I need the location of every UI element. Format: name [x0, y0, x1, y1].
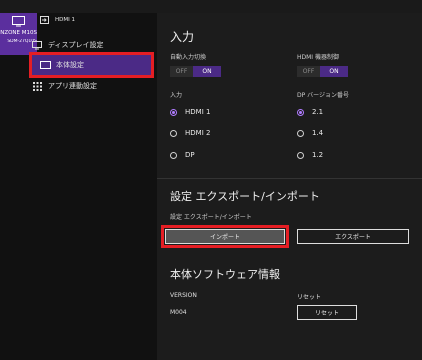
radio-selected-icon [297, 108, 304, 116]
toggle-off-label: OFF [170, 66, 193, 77]
radio-dp[interactable]: DP [170, 151, 195, 159]
reset-button[interactable]: リセット [297, 305, 357, 320]
radio-icon [297, 151, 304, 159]
radio-hdmi1[interactable]: HDMI 1 [170, 108, 210, 116]
input-icon [40, 16, 49, 24]
radio-label: HDMI 1 [185, 108, 211, 116]
sidebar-item-display-settings[interactable]: ディスプレイ設定 [30, 37, 160, 53]
auto-switch-toggle[interactable]: OFF ON [170, 66, 221, 77]
hdmi-control-toggle[interactable]: OFF ON [297, 66, 348, 77]
radio-label: 2.1 [312, 108, 324, 116]
sidebar-item-label: アプリ連動設定 [48, 82, 97, 90]
radio-label: 1.4 [312, 129, 324, 137]
reset-label: リセット [297, 294, 322, 301]
radio-label: HDMI 2 [185, 129, 211, 137]
toggle-off-label: OFF [297, 66, 320, 77]
grid-icon [30, 80, 44, 92]
version-value: M004 [170, 309, 187, 316]
input-label: 入力 [170, 92, 183, 99]
input-label: HDMI 1 [55, 17, 75, 23]
hdmi-control-label: HDMI 機器制御 [297, 54, 339, 61]
top-bar [0, 0, 422, 13]
sidebar-item-app-link-settings[interactable]: アプリ連動設定 [30, 78, 160, 94]
export-section-title: 設定 エクスポート/インポート [170, 190, 320, 203]
toggle-on-label: ON [193, 66, 221, 77]
radio-label: DP [185, 151, 195, 159]
dp-version-label: DP バージョン番号 [297, 92, 350, 99]
export-button[interactable]: エクスポート [297, 229, 409, 244]
export-label: 設定 エクスポート/インポート [170, 214, 252, 221]
radio-dp-2-1[interactable]: 2.1 [297, 108, 323, 116]
device-name: NZONE M10S [0, 30, 37, 36]
current-input: HDMI 1 [40, 16, 75, 24]
sidebar-item-label: 本体設定 [56, 61, 84, 69]
software-section-title: 本体ソフトウェア情報 [170, 268, 280, 281]
radio-label: 1.2 [312, 151, 324, 159]
radio-icon [170, 129, 177, 137]
radio-icon [170, 151, 177, 159]
display-settings-icon [30, 39, 44, 51]
monitor-outline-icon [38, 59, 52, 71]
import-button[interactable]: インポート [161, 225, 289, 248]
radio-dp-1-2[interactable]: 1.2 [297, 151, 323, 159]
sidebar-item-label: ディスプレイ設定 [48, 41, 104, 49]
auto-switch-label: 自動入力切換 [170, 54, 207, 61]
input-section-title: 入力 [170, 30, 195, 44]
monitor-icon [12, 16, 25, 27]
radio-icon [297, 129, 304, 137]
sidebar-item-main-settings[interactable]: 本体設定 [29, 52, 154, 78]
radio-selected-icon [170, 108, 177, 116]
toggle-on-label: ON [320, 66, 348, 77]
radio-dp-1-4[interactable]: 1.4 [297, 129, 323, 137]
version-label: VERSION [170, 292, 197, 299]
radio-hdmi2[interactable]: HDMI 2 [170, 129, 210, 137]
section-divider [157, 178, 422, 179]
